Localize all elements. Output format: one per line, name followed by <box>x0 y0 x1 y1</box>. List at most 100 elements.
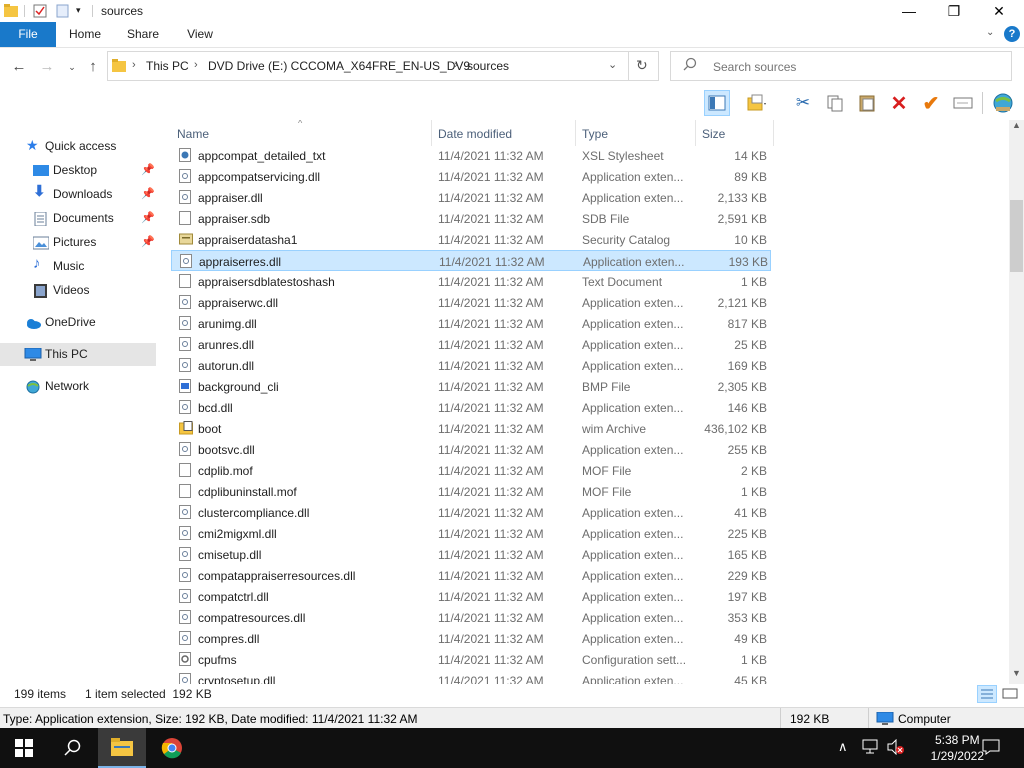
chrome-taskbar-icon[interactable] <box>148 728 196 768</box>
file-row[interactable]: appraiser.dll 11/4/2021 11:32 AM Applicati… <box>171 187 771 208</box>
file-row[interactable]: appraiser.sdb 11/4/2021 11:32 AM SDB File 2… <box>171 208 771 229</box>
maximize-button[interactable]: ❐ <box>931 0 977 22</box>
file-row[interactable]: background_cli 11/4/2021 11:32 AM BMP File… <box>171 376 771 397</box>
copy-icon[interactable] <box>822 90 848 116</box>
help-icon[interactable]: ? <box>1004 26 1020 42</box>
back-icon[interactable]: ← <box>9 58 29 76</box>
file-row[interactable]: appraiserres.dll 11/4/2021 11:32 AM Applic… <box>171 250 771 271</box>
forward-icon[interactable]: → <box>37 58 57 76</box>
address-history-icon[interactable]: ⌄ <box>608 58 617 71</box>
up-icon[interactable]: ↑ <box>83 58 103 76</box>
file-row[interactable]: boot 11/4/2021 11:32 AM wim Archive 436,102… <box>171 418 771 439</box>
nav-videos[interactable]: Videos <box>33 279 156 301</box>
customize-quick-access-icon[interactable]: ▾ <box>76 5 90 19</box>
close-button[interactable]: ✕ <box>976 0 1022 22</box>
nav-onedrive[interactable]: OneDrive <box>24 311 156 333</box>
column-header-date[interactable]: Date modified <box>438 124 512 144</box>
search-input[interactable] <box>711 59 1005 75</box>
file-row[interactable]: cpufms 11/4/2021 11:32 AM Configuration se… <box>171 649 771 670</box>
file-size: 2,133 KB <box>717 191 767 205</box>
tab-share[interactable]: Share <box>120 22 166 47</box>
pin-icon: 📌 <box>141 164 155 176</box>
windows-start-icon[interactable] <box>0 728 48 768</box>
volume-muted-icon[interactable] <box>886 738 904 758</box>
nav-documents[interactable]: Documents 📌 <box>33 207 156 229</box>
nav-music[interactable]: ♪ Music <box>33 255 156 277</box>
file-row[interactable]: appraisersdblatestoshash 11/4/2021 11:32 … <box>171 271 771 292</box>
file-row[interactable]: appcompat_detailed_txt 11/4/2021 11:32 AM… <box>171 145 771 166</box>
file-row[interactable]: autorun.dll 11/4/2021 11:32 AM Application… <box>171 355 771 376</box>
file-row[interactable]: appraiserwc.dll 11/4/2021 11:32 AM Applica… <box>171 292 771 313</box>
scroll-down-icon[interactable]: ▼ <box>1012 668 1021 678</box>
file-row[interactable]: cryptosetup.dll 11/4/2021 11:32 AM Applica… <box>171 670 771 684</box>
tab-view[interactable]: View <box>177 22 223 47</box>
file-row[interactable]: compres.dll 11/4/2021 11:32 AM Application… <box>171 628 771 649</box>
file-row[interactable]: arunres.dll 11/4/2021 11:32 AM Application… <box>171 334 771 355</box>
cut-icon[interactable]: ✂ <box>790 90 816 116</box>
search-icon[interactable] <box>48 728 96 768</box>
file-row[interactable]: compatappraiserresources.dll 11/4/2021 11… <box>171 565 771 586</box>
breadcrumb-separator-icon[interactable]: › <box>132 59 136 71</box>
file-row[interactable]: appcompatservicing.dll 11/4/2021 11:32 AM… <box>171 166 771 187</box>
nav-this-pc[interactable]: This PC <box>24 343 156 365</box>
breadcrumb-sources[interactable]: sources <box>467 59 509 73</box>
refresh-icon[interactable]: ↻ <box>636 57 648 74</box>
file-row[interactable]: cdplib.mof 11/4/2021 11:32 AM MOF File 2 KB <box>171 460 771 481</box>
file-row[interactable]: cmi2migxml.dll 11/4/2021 11:32 AM Applicat… <box>171 523 771 544</box>
nav-downloads[interactable]: ⬇ Downloads 📌 <box>33 183 156 205</box>
pin-icon: 📌 <box>141 188 155 200</box>
recent-locations-icon[interactable]: ⌄ <box>62 58 82 76</box>
nav-network[interactable]: Network <box>24 375 156 397</box>
file-row[interactable]: bootsvc.dll 11/4/2021 11:32 AM Application… <box>171 439 771 460</box>
address-bar[interactable]: › This PC › DVD Drive (E:) CCCOMA_X64FRE… <box>107 51 659 81</box>
file-row[interactable]: cmisetup.dll 11/4/2021 11:32 AM Applicatio… <box>171 544 771 565</box>
file-explorer-taskbar-icon[interactable] <box>98 728 146 768</box>
details-view-icon[interactable] <box>977 685 997 703</box>
breadcrumb-dvd-drive[interactable]: DVD Drive (E:) CCCOMA_X64FRE_EN-US_DV9 <box>208 59 470 73</box>
column-header-type[interactable]: Type <box>582 124 608 144</box>
new-folder-icon[interactable] <box>56 4 70 18</box>
large-icons-view-icon[interactable] <box>1001 685 1021 703</box>
divider <box>982 92 983 114</box>
breadcrumb-separator-icon[interactable]: › <box>454 59 458 71</box>
tab-home[interactable]: Home <box>62 22 108 47</box>
file-txt-icon <box>179 463 191 480</box>
file-row[interactable]: bcd.dll 11/4/2021 11:32 AM Application ext… <box>171 397 771 418</box>
minimize-button[interactable]: — <box>886 0 932 22</box>
properties-icon[interactable] <box>33 4 47 18</box>
documents-icon <box>33 211 49 227</box>
file-row[interactable]: cdplibuninstall.mof 11/4/2021 11:32 AM MOF… <box>171 481 771 502</box>
rename-icon[interactable] <box>950 90 976 116</box>
tab-file[interactable]: File <box>0 22 56 47</box>
expand-ribbon-icon[interactable]: ⌄ <box>986 27 994 38</box>
file-size: 197 KB <box>727 590 767 604</box>
file-size: 2,305 KB <box>717 380 767 394</box>
nav-pictures[interactable]: Pictures 📌 <box>32 231 156 253</box>
vertical-scrollbar[interactable]: ▲ ▼ <box>1009 120 1024 684</box>
notifications-icon[interactable] <box>982 739 1000 758</box>
network-status-icon[interactable] <box>862 739 880 758</box>
preview-pane-icon[interactable] <box>704 90 730 116</box>
file-row[interactable]: arunimg.dll 11/4/2021 11:32 AM Application… <box>171 313 771 334</box>
nav-desktop[interactable]: Desktop 📌 <box>33 159 156 181</box>
network-globe-icon[interactable] <box>990 90 1016 116</box>
file-row[interactable]: appraiserdatasha1 11/4/2021 11:32 AM Secur… <box>171 229 771 250</box>
select-all-icon[interactable]: ✔ <box>918 90 944 116</box>
scrollbar-thumb[interactable] <box>1010 200 1023 272</box>
delete-icon[interactable]: ✕ <box>886 90 912 116</box>
clock[interactable]: 5:38 PM 1/29/2022 <box>931 732 984 764</box>
show-hidden-icons-icon[interactable]: ∧ <box>838 739 848 755</box>
file-name: background_cli <box>198 380 279 394</box>
column-header-name[interactable]: Name <box>177 124 209 144</box>
breadcrumb-separator-icon[interactable]: › <box>194 59 198 71</box>
paste-icon[interactable] <box>854 90 880 116</box>
nav-quick-access[interactable]: ★ Quick access <box>26 135 156 157</box>
file-row[interactable]: clustercompliance.dll 11/4/2021 11:32 AM A… <box>171 502 771 523</box>
file-row[interactable]: compatctrl.dll 11/4/2021 11:32 AM Applicat… <box>171 586 771 607</box>
column-header-size[interactable]: Size <box>702 124 725 144</box>
scroll-up-icon[interactable]: ▲ <box>1012 120 1021 130</box>
breadcrumb-this-pc[interactable]: This PC <box>146 59 189 73</box>
file-row[interactable]: compatresources.dll 11/4/2021 11:32 AM App… <box>171 607 771 628</box>
search-box[interactable] <box>670 51 1012 81</box>
properties-menu-icon[interactable] <box>744 90 770 116</box>
